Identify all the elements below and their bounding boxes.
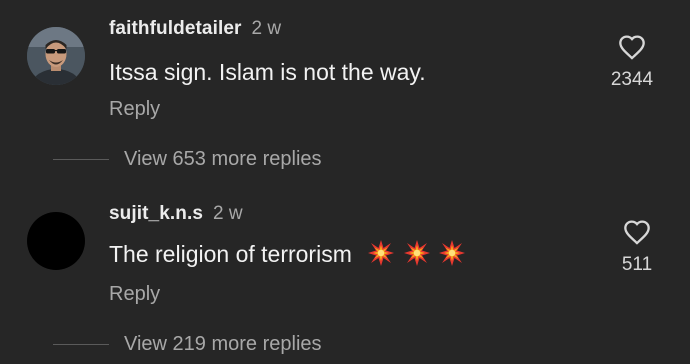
comments-panel: faithfuldetailer 2 w Itssa sign. Islam is… [0, 0, 690, 364]
comment-header: sujit_k.n.s 2 w [109, 201, 243, 227]
username-link[interactable]: faithfuldetailer [109, 18, 242, 39]
thread-line [53, 159, 109, 161]
view-more-replies-button[interactable]: View 653 more replies [53, 146, 322, 172]
comment-item: sujit_k.n.s 2 w The religion of terrorism… [0, 185, 690, 364]
collision-icon [403, 240, 430, 266]
view-more-replies-button[interactable]: View 219 more replies [53, 331, 322, 357]
username-link[interactable]: sujit_k.n.s [109, 203, 203, 224]
collision-icon [368, 240, 395, 266]
avatar-photo [27, 27, 85, 85]
like-control: 2344 [597, 34, 667, 92]
thread-line [53, 344, 109, 346]
heart-icon[interactable] [618, 34, 646, 60]
reply-button[interactable]: Reply [109, 281, 160, 307]
avatar[interactable] [27, 212, 85, 270]
comment-text: The religion of terrorism [109, 241, 352, 267]
like-control: 511 [602, 219, 672, 277]
comment-text: Itssa sign. Islam is not the way. [109, 59, 426, 85]
comment-text-row: The religion of terrorism [109, 239, 466, 269]
comment-header: faithfuldetailer 2 w [109, 16, 281, 42]
comment-timestamp: 2 w [213, 203, 243, 224]
view-more-label: View 219 more replies [124, 333, 322, 355]
view-more-label: View 653 more replies [124, 148, 322, 170]
comment-item: faithfuldetailer 2 w Itssa sign. Islam is… [0, 0, 690, 185]
reply-button[interactable]: Reply [109, 96, 160, 122]
collision-icon [439, 240, 466, 266]
comment-timestamp: 2 w [251, 18, 282, 39]
heart-icon[interactable] [623, 219, 651, 245]
like-count: 511 [621, 254, 653, 275]
like-count: 2344 [610, 69, 654, 90]
avatar[interactable] [27, 27, 85, 85]
